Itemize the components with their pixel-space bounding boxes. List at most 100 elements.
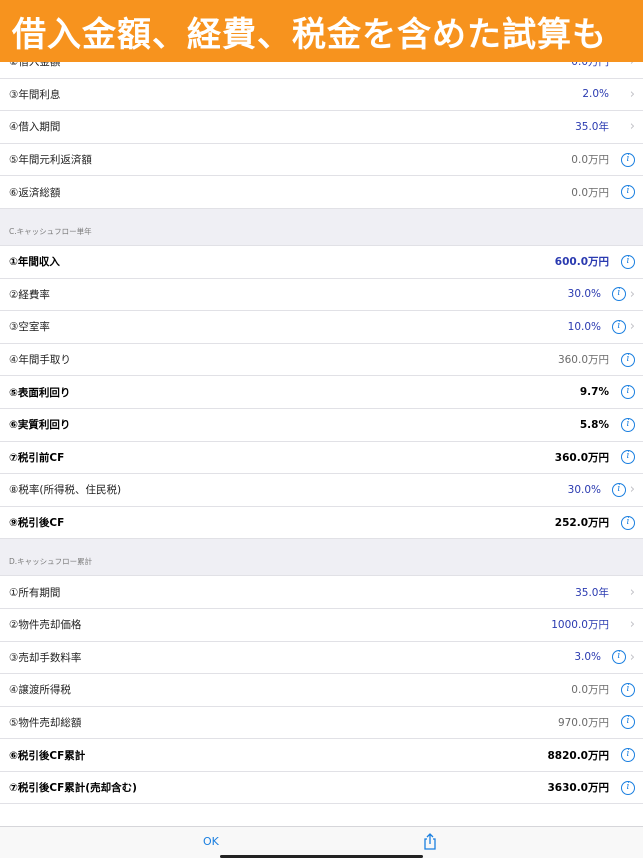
row-value: 5.8% — [579, 418, 609, 431]
row-trailing: i — [613, 682, 635, 698]
info-icon[interactable]: i — [611, 650, 626, 665]
row-label: ⑦税引後CF累計(売却含む) — [9, 782, 137, 795]
row-label: ②物件売却価格 — [9, 619, 82, 632]
row-value: 9.7% — [579, 386, 609, 399]
list-row[interactable]: ⑧税率(所得税、住民税) 30.0% i › — [0, 474, 643, 507]
info-icon[interactable]: i — [621, 385, 635, 400]
row-trailing: i — [613, 449, 635, 465]
list-row: ⑤物件売却総額 970.0万円 i — [0, 706, 643, 740]
section-c-title: C.キャッシュフロー単年 — [9, 226, 92, 236]
row-value: 8820.0万円 — [547, 749, 609, 762]
row-label: ③年間利息 — [9, 88, 61, 101]
row-value: 360.0万円 — [554, 451, 609, 464]
row-trailing: i — [613, 184, 635, 200]
chevron-right-icon: › — [629, 649, 635, 665]
list-row: ⑥税引後CF累計 8820.0万円 i — [0, 739, 643, 772]
list-row[interactable]: ③売却手数料率 3.0% i › — [0, 641, 643, 675]
row-trailing: i › — [605, 482, 635, 498]
row-trailing: › — [613, 617, 635, 633]
list-row[interactable]: ②経費率 30.0% i › — [0, 278, 643, 312]
list-row[interactable]: ③空室率 10.0% i › — [0, 311, 643, 344]
row-value: 3630.0万円 — [547, 782, 609, 795]
promo-banner: 借入金額、経費、税金を含めた試算も — [0, 0, 643, 62]
section-d-title: D.キャッシュフロー累計 — [9, 557, 93, 567]
chevron-right-icon: › — [629, 482, 635, 498]
list-row: ⑦税引後CF累計(売却含む) 3630.0万円 i — [0, 771, 643, 805]
list-row: ⑥実質利回り 5.8% i — [0, 408, 643, 442]
section-c-header: C.キャッシュフロー単年 — [0, 208, 643, 246]
info-icon[interactable]: i — [621, 352, 635, 367]
row-trailing: i — [613, 747, 635, 763]
section-d-header: D.キャッシュフロー累計 — [0, 539, 643, 577]
list-row: ⑨税引後CF 252.0万円 i — [0, 506, 643, 540]
row-value: 252.0万円 — [554, 517, 609, 530]
chevron-right-icon: › — [629, 119, 635, 135]
info-icon[interactable]: i — [621, 748, 635, 763]
row-trailing: i — [613, 780, 635, 796]
list-row: ⑥返済総額 0.0万円 i — [0, 176, 643, 209]
info-icon[interactable]: i — [621, 450, 635, 465]
list-row[interactable]: ②物件売却価格 1000.0万円 › — [0, 608, 643, 642]
info-icon[interactable]: i — [621, 715, 635, 730]
row-value: 30.0% — [567, 483, 601, 496]
row-label: ⑦税引前CF — [9, 451, 65, 464]
row-label: ②経費率 — [9, 288, 50, 301]
row-trailing: i — [613, 515, 635, 531]
row-label: ⑥実質利回り — [9, 419, 71, 432]
info-icon[interactable]: i — [611, 319, 626, 334]
row-label: ④年間手取り — [9, 354, 71, 367]
chevron-right-icon: › — [629, 286, 635, 302]
info-icon[interactable]: i — [611, 287, 626, 302]
chevron-right-icon: › — [629, 86, 635, 102]
ok-button[interactable]: OK — [203, 835, 219, 848]
chevron-right-icon: › — [629, 319, 635, 335]
row-value: 600.0万円 — [554, 256, 609, 269]
row-label: ⑥税引後CF累計 — [9, 749, 86, 762]
list-row[interactable]: ④借入期間 35.0年 › — [0, 111, 643, 144]
info-icon[interactable]: i — [611, 482, 626, 497]
row-value: 3.0% — [574, 651, 601, 664]
list-row[interactable]: ③年間利息 2.0% › — [0, 78, 643, 112]
chevron-right-icon: › — [629, 617, 635, 633]
row-label: ③空室率 — [9, 321, 50, 334]
row-value: 35.0年 — [575, 586, 609, 599]
row-value: 2.0% — [582, 88, 609, 101]
list-row: ⑦税引前CF 360.0万円 i — [0, 441, 643, 475]
row-trailing: i — [613, 152, 635, 168]
row-trailing: i › — [605, 286, 635, 302]
row-label: ①所有期間 — [9, 586, 61, 599]
info-icon[interactable]: i — [621, 185, 635, 200]
row-trailing: i — [613, 254, 635, 270]
row-value: 30.0% — [567, 288, 601, 301]
row-value: 0.0万円 — [571, 154, 609, 167]
row-value: 0.0万円 — [571, 684, 609, 697]
row-value: 1000.0万円 — [551, 619, 609, 632]
share-icon[interactable] — [423, 833, 437, 851]
section-b-rows: ②借入金額0.0万円›③年間利息2.0%›④借入期間35.0年›⑤年間元利返済額… — [0, 46, 643, 209]
list-row: ①年間収入 600.0万円 i — [0, 245, 643, 279]
row-label: ⑧税率(所得税、住民税) — [9, 484, 122, 497]
list-row[interactable]: ①所有期間 35.0年 › — [0, 576, 643, 609]
row-trailing: i — [613, 384, 635, 400]
list-row: ⑤表面利回り 9.7% i — [0, 376, 643, 409]
settings-list[interactable]: ②借入金額0.0万円›③年間利息2.0%›④借入期間35.0年›⑤年間元利返済額… — [0, 46, 643, 826]
list-row: ④譲渡所得税 0.0万円 i — [0, 674, 643, 707]
info-icon[interactable]: i — [621, 780, 635, 795]
info-icon[interactable]: i — [621, 417, 635, 432]
row-label: ⑨税引後CF — [9, 517, 65, 530]
info-icon[interactable]: i — [621, 515, 635, 530]
list-row: ⑤年間元利返済額 0.0万円 i — [0, 143, 643, 177]
chevron-right-icon: › — [629, 584, 635, 600]
info-icon[interactable]: i — [621, 682, 635, 697]
list-row: ④年間手取り 360.0万円 i — [0, 343, 643, 377]
bottom-toolbar: OK — [0, 826, 643, 858]
info-icon[interactable]: i — [621, 254, 635, 269]
row-label: ⑤表面利回り — [9, 386, 71, 399]
row-trailing: › — [613, 119, 635, 135]
promo-banner-text: 借入金額、経費、税金を含めた試算も — [12, 14, 607, 55]
info-icon[interactable]: i — [621, 152, 635, 167]
section-d-rows: ①所有期間 35.0年 › ②物件売却価格 1000.0万円 › ③売却手数料率 3.0% i ›… — [0, 576, 643, 805]
row-value: 10.0% — [567, 320, 601, 333]
row-trailing: i › — [605, 649, 635, 665]
row-trailing: i › — [605, 319, 635, 335]
